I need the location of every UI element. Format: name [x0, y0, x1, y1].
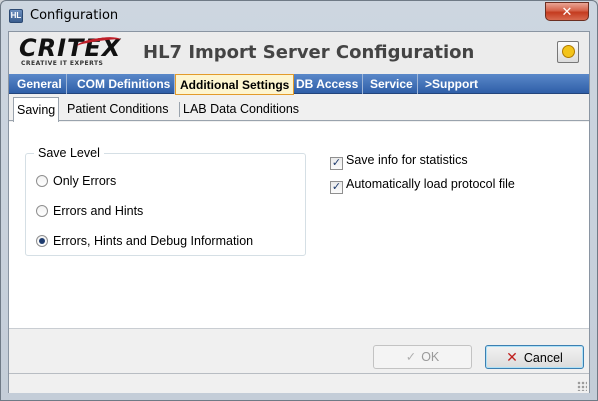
cancel-label: Cancel [523, 351, 563, 365]
resize-grip-icon[interactable] [577, 381, 587, 391]
red-x-icon: ✕ [506, 349, 518, 365]
tab-service[interactable]: Service [366, 74, 418, 94]
radio-only-errors[interactable]: Only Errors [36, 173, 116, 189]
checkmark-icon[interactable]: ✓ [330, 157, 343, 170]
window-title: Configuration [30, 8, 119, 23]
radio-button-selected[interactable] [36, 235, 48, 247]
subtab-lab-data-conditions[interactable]: LAB Data Conditions [180, 99, 302, 120]
close-button[interactable]: ✕ [545, 2, 589, 21]
checkbox-label: Save info for statistics [346, 153, 468, 167]
page-title: HL7 Import Server Configuration [143, 42, 475, 63]
tab-additional-settings[interactable]: Additional Settings [175, 74, 295, 95]
title-bar[interactable]: HL Configuration ✕ [1, 1, 597, 31]
tab-com-definitions[interactable]: COM Definitions [73, 74, 176, 94]
subtab-patient-conditions[interactable]: Patient Conditions [64, 99, 171, 120]
tab-general[interactable]: General [13, 74, 67, 94]
dialog-header: CRITEX CREATIVE IT EXPERTS HL7 Import Se… [9, 32, 589, 74]
checkbox-label: Automatically load protocol file [346, 177, 515, 191]
radio-label: Errors and Hints [53, 204, 144, 218]
tab-db-access[interactable]: DB Access [292, 74, 364, 94]
checkmark-icon[interactable]: ✓ [330, 181, 343, 194]
help-icon [562, 45, 575, 58]
radio-errors-hints-debug[interactable]: Errors, Hints and Debug Information [36, 233, 253, 249]
button-bar: ✓ OK ✕ Cancel [9, 328, 589, 372]
sub-tab-bar: Saving Patient Conditions LAB Data Condi… [9, 95, 589, 122]
checkbox-save-info-statistics[interactable]: ✓ Save info for statistics [330, 152, 468, 170]
checkbox-auto-load-protocol[interactable]: ✓ Automatically load protocol file [330, 176, 515, 194]
help-button[interactable] [557, 41, 579, 63]
cancel-button[interactable]: ✕ Cancel [485, 345, 584, 369]
configuration-window: HL Configuration ✕ CRITEX CREATIVE IT EX… [0, 0, 598, 401]
radio-errors-and-hints[interactable]: Errors and Hints [36, 203, 143, 219]
radio-button[interactable] [36, 175, 48, 187]
status-bar [9, 373, 589, 393]
app-icon: HL [9, 9, 23, 23]
checkmark-icon: ✓ [405, 350, 417, 364]
radio-label: Only Errors [53, 174, 117, 188]
main-tab-bar: General COM Definitions Additional Setti… [9, 74, 589, 95]
saving-panel: Save Level Only Errors Errors and Hints … [9, 122, 589, 328]
save-level-legend: Save Level [34, 146, 104, 160]
ok-label: OK [421, 350, 440, 364]
subtab-saving[interactable]: Saving [13, 97, 60, 122]
ok-button[interactable]: ✓ OK [373, 345, 472, 369]
tab-support[interactable]: >Support [421, 74, 482, 94]
radio-label: Errors, Hints and Debug Information [53, 234, 254, 248]
critex-logo: CRITEX CREATIVE IT EXPERTS [19, 34, 122, 68]
radio-button[interactable] [36, 205, 48, 217]
dialog-client-area: CRITEX CREATIVE IT EXPERTS HL7 Import Se… [8, 31, 590, 393]
save-level-group: Save Level Only Errors Errors and Hints … [25, 146, 306, 256]
